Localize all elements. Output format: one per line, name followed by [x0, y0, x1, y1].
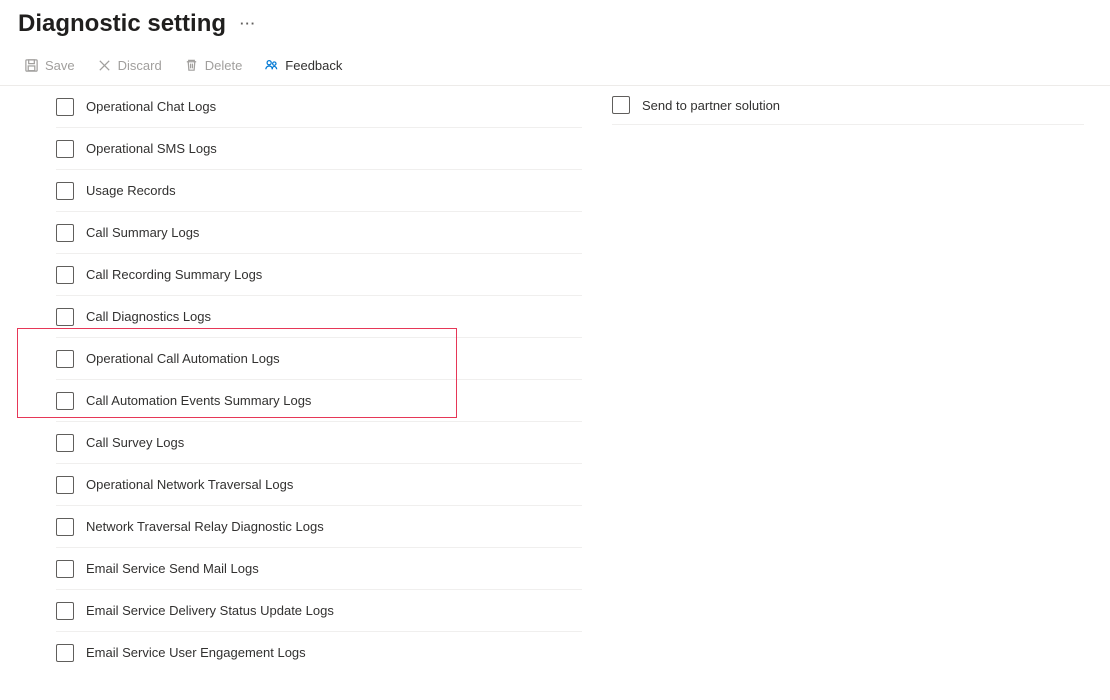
trash-icon — [184, 58, 199, 73]
content-region: Operational Chat Logs Operational SMS Log… — [0, 86, 1110, 673]
category-checkbox[interactable] — [56, 98, 74, 116]
category-row[interactable]: Call Summary Logs — [56, 212, 582, 254]
destinations-list: Send to partner solution — [612, 86, 1084, 125]
category-checkbox[interactable] — [56, 392, 74, 410]
category-checkbox[interactable] — [56, 434, 74, 452]
save-button[interactable]: Save — [14, 52, 85, 79]
category-label: Operational Call Automation Logs — [86, 351, 280, 366]
destination-checkbox[interactable] — [612, 96, 630, 114]
category-label: Call Summary Logs — [86, 225, 199, 240]
category-label: Operational SMS Logs — [86, 141, 217, 156]
category-label: Email Service User Engagement Logs — [86, 645, 306, 660]
category-checkbox[interactable] — [56, 602, 74, 620]
category-checkbox[interactable] — [56, 518, 74, 536]
destination-label: Send to partner solution — [642, 98, 780, 113]
category-row[interactable]: Call Survey Logs — [56, 422, 582, 464]
category-row[interactable]: Email Service User Engagement Logs — [56, 632, 582, 673]
feedback-button[interactable]: Feedback — [254, 52, 352, 79]
category-row[interactable]: Operational SMS Logs — [56, 128, 582, 170]
page-title: Diagnostic setting — [18, 10, 226, 38]
toolbar: Save Discard Delete Feedback — [0, 52, 1110, 86]
category-row[interactable]: Usage Records — [56, 170, 582, 212]
category-label: Call Survey Logs — [86, 435, 184, 450]
category-row[interactable]: Operational Network Traversal Logs — [56, 464, 582, 506]
category-checkbox[interactable] — [56, 224, 74, 242]
category-label: Call Diagnostics Logs — [86, 309, 211, 324]
category-checkbox[interactable] — [56, 182, 74, 200]
category-row[interactable]: Call Diagnostics Logs — [56, 296, 582, 338]
category-label: Operational Network Traversal Logs — [86, 477, 293, 492]
close-icon — [97, 58, 112, 73]
category-row[interactable]: Network Traversal Relay Diagnostic Logs — [56, 506, 582, 548]
more-icon[interactable]: ··· — [240, 16, 256, 32]
feedback-icon — [264, 58, 279, 73]
category-checkbox[interactable] — [56, 266, 74, 284]
delete-button[interactable]: Delete — [174, 52, 253, 79]
category-checkbox[interactable] — [56, 308, 74, 326]
category-checkbox[interactable] — [56, 350, 74, 368]
categories-list: Operational Chat Logs Operational SMS Log… — [56, 86, 582, 673]
category-row[interactable]: Operational Call Automation Logs — [56, 338, 582, 380]
destination-row[interactable]: Send to partner solution — [612, 86, 1084, 125]
page-header: Diagnostic setting ··· — [0, 0, 1110, 52]
category-checkbox[interactable] — [56, 644, 74, 662]
category-checkbox[interactable] — [56, 140, 74, 158]
category-label: Email Service Send Mail Logs — [86, 561, 259, 576]
category-label: Call Automation Events Summary Logs — [86, 393, 311, 408]
categories-column: Operational Chat Logs Operational SMS Log… — [0, 86, 582, 673]
destinations-column: Send to partner solution — [612, 86, 1084, 125]
discard-label: Discard — [118, 58, 162, 73]
category-row[interactable]: Email Service Delivery Status Update Log… — [56, 590, 582, 632]
category-row[interactable]: Email Service Send Mail Logs — [56, 548, 582, 590]
category-checkbox[interactable] — [56, 560, 74, 578]
category-label: Network Traversal Relay Diagnostic Logs — [86, 519, 324, 534]
category-label: Operational Chat Logs — [86, 99, 216, 114]
category-label: Call Recording Summary Logs — [86, 267, 262, 282]
discard-button[interactable]: Discard — [87, 52, 172, 79]
save-label: Save — [45, 58, 75, 73]
feedback-label: Feedback — [285, 58, 342, 73]
category-row[interactable]: Call Recording Summary Logs — [56, 254, 582, 296]
delete-label: Delete — [205, 58, 243, 73]
category-row[interactable]: Operational Chat Logs — [56, 86, 582, 128]
save-icon — [24, 58, 39, 73]
category-label: Email Service Delivery Status Update Log… — [86, 603, 334, 618]
category-checkbox[interactable] — [56, 476, 74, 494]
category-label: Usage Records — [86, 183, 176, 198]
category-row[interactable]: Call Automation Events Summary Logs — [56, 380, 582, 422]
